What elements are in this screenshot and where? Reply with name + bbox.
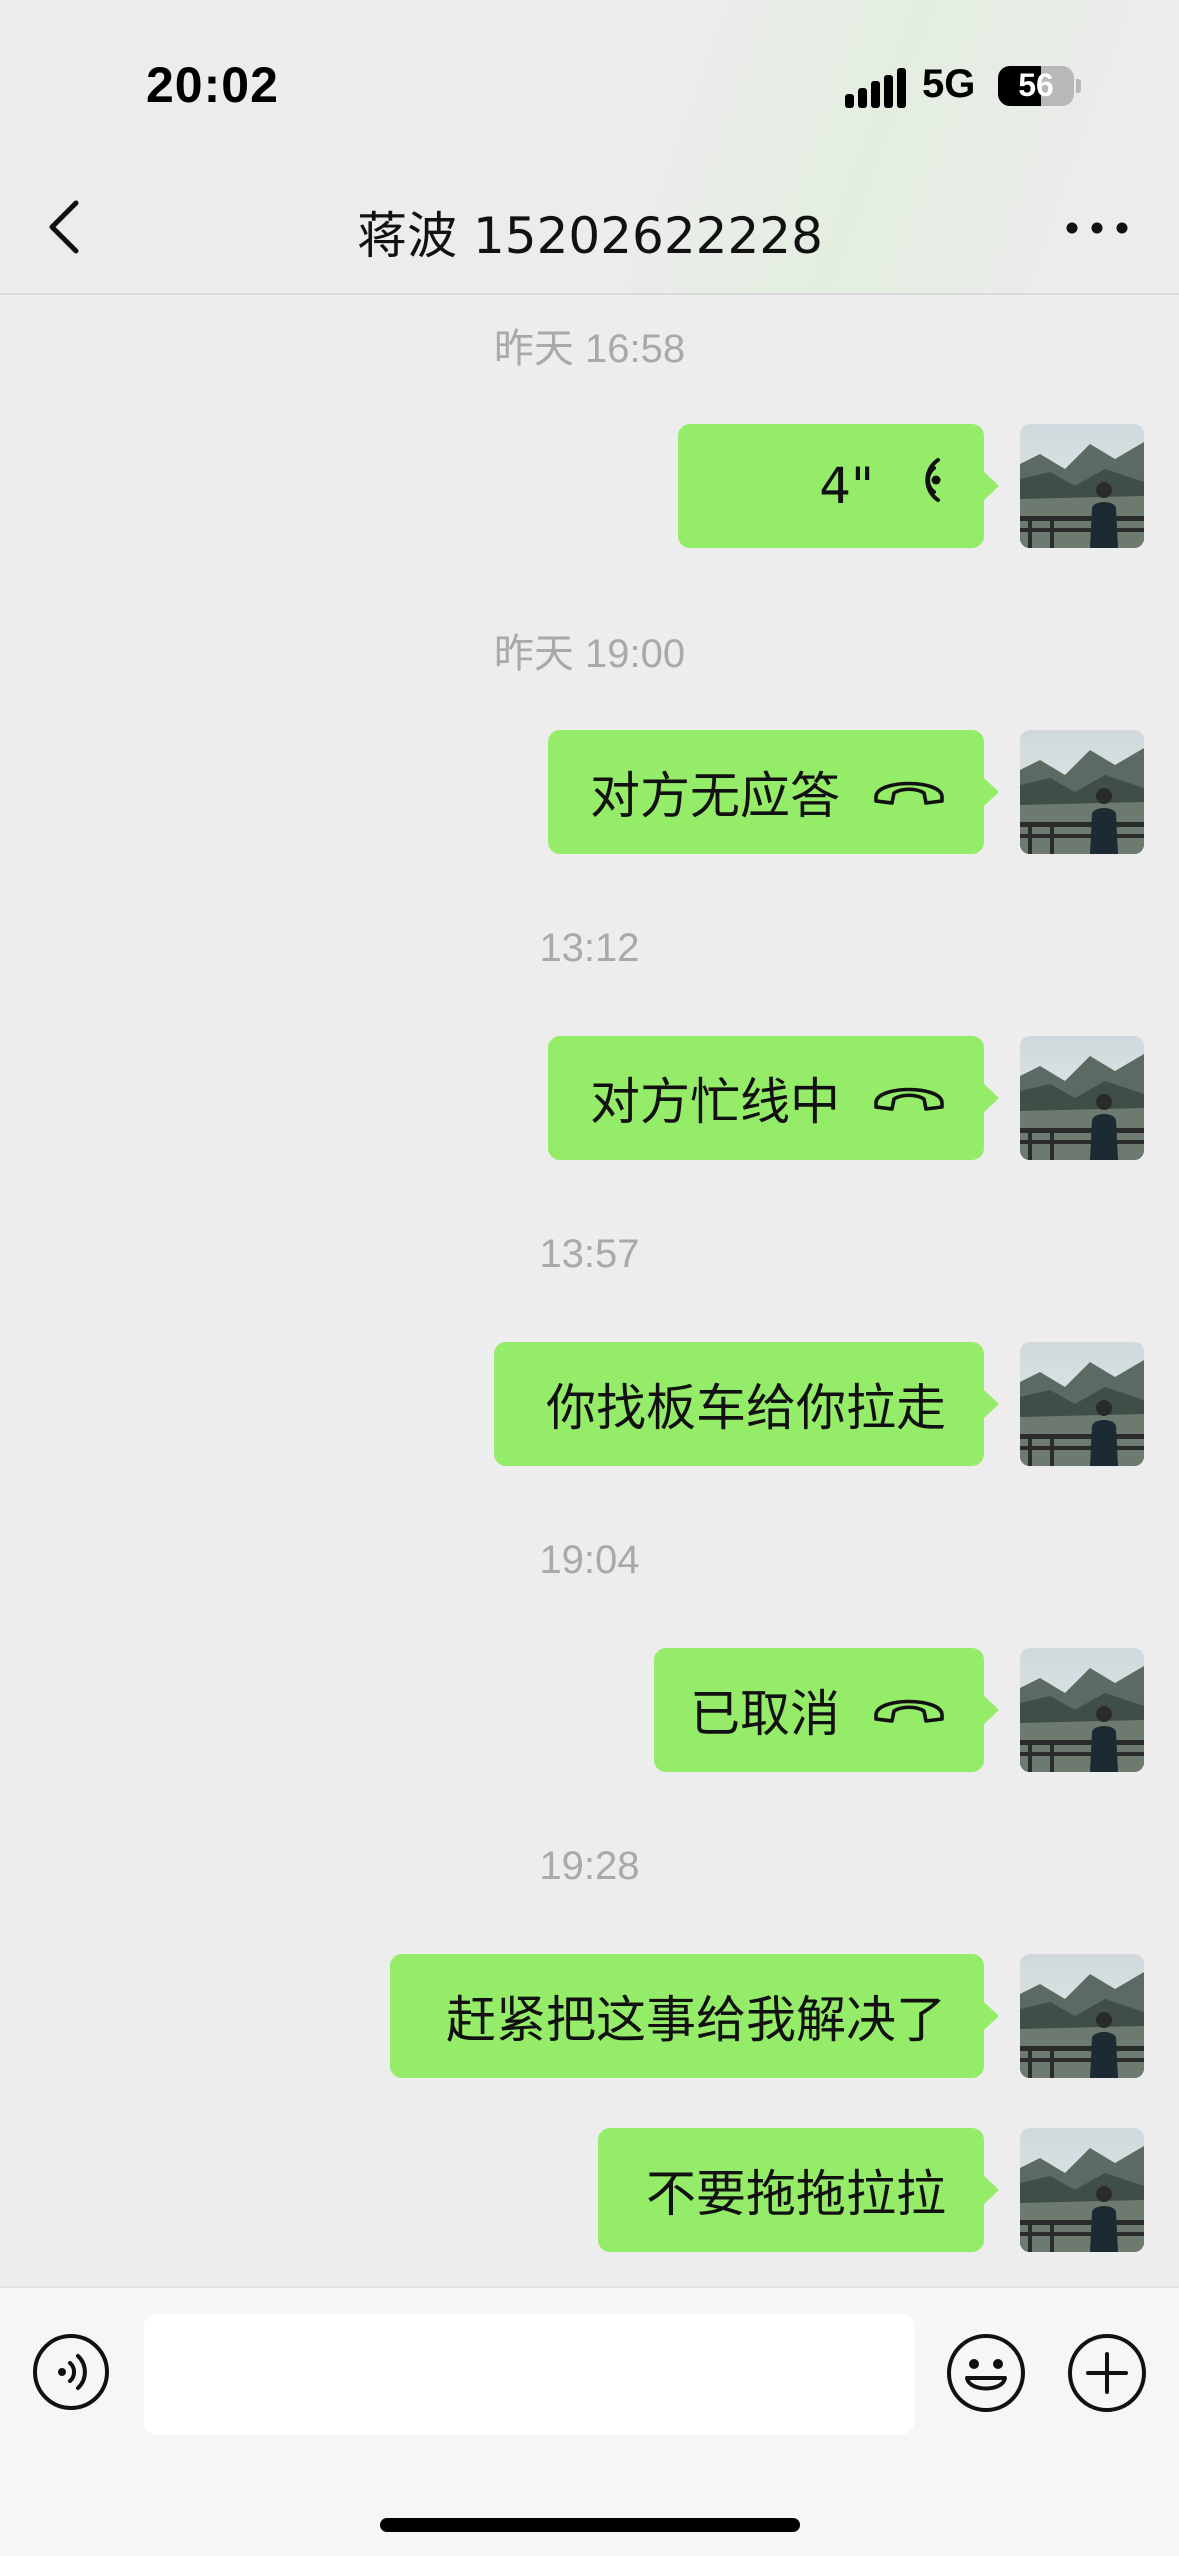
back-button[interactable] (40, 195, 90, 259)
profile-photo (1020, 424, 1144, 548)
message-text: 你找板车给你拉走 (546, 1379, 946, 1437)
voice-duration: 4" (819, 457, 874, 515)
battery-icon: 56 (998, 66, 1074, 106)
message-text: 不要拖拖拉拉 (646, 2165, 946, 2223)
chevron-left-icon (49, 200, 79, 254)
text-message-bubble[interactable]: 赶紧把这事给我解决了 (390, 1954, 999, 2078)
emoji-button[interactable] (945, 2332, 1027, 2414)
call-message-bubble[interactable]: 对方忙线中 (548, 1036, 999, 1160)
network-type: 5G (922, 62, 976, 106)
hangup-phone-icon (872, 1069, 946, 1127)
voice-mode-icon (33, 2334, 109, 2410)
top-bar: 20:02 5G 56 蒋波 15202622228 (0, 0, 1179, 295)
avatar[interactable] (1020, 2128, 1144, 2252)
profile-photo (1020, 730, 1144, 854)
message-timestamp: 昨天 16:58 (493, 327, 686, 371)
profile-photo (1020, 2128, 1144, 2252)
profile-photo (1020, 1954, 1144, 2078)
emoji-icon (947, 2334, 1025, 2412)
hangup-phone-icon (872, 763, 946, 821)
message-timestamp: 19:04 (539, 1538, 640, 1582)
avatar[interactable] (1020, 1036, 1144, 1160)
call-status-text: 对方无应答 (590, 767, 840, 825)
profile-photo (1020, 1342, 1144, 1466)
chat-title: 蒋波 15202622228 (357, 207, 823, 265)
battery-tip (1076, 79, 1081, 93)
voice-message-bubble[interactable]: 4" (678, 424, 999, 548)
call-message-bubble[interactable]: 对方无应答 (548, 730, 999, 854)
call-status-text: 已取消 (690, 1685, 840, 1743)
avatar[interactable] (1020, 1954, 1144, 2078)
chat-area[interactable]: 昨天 16:58 4" 昨天 19:00 对方无应答 13:12 对方忙线中 1… (0, 296, 1179, 2286)
message-timestamp: 19:28 (539, 1844, 640, 1888)
voice-mode-button[interactable] (31, 2332, 111, 2412)
message-timestamp: 13:12 (539, 926, 640, 970)
voice-wave-icon (906, 456, 946, 516)
status-time: 20:02 (146, 57, 279, 113)
profile-photo (1020, 1648, 1144, 1772)
input-bar (0, 2286, 1179, 2556)
call-status-text: 对方忙线中 (590, 1073, 840, 1131)
message-timestamp: 昨天 19:00 (493, 632, 686, 676)
avatar[interactable] (1020, 424, 1144, 548)
call-message-bubble[interactable]: 已取消 (654, 1648, 999, 1772)
avatar[interactable] (1020, 1342, 1144, 1466)
profile-photo (1020, 1036, 1144, 1160)
plus-button[interactable] (1066, 2332, 1148, 2414)
text-message-bubble[interactable]: 你找板车给你拉走 (494, 1342, 999, 1466)
message-timestamp: 13:57 (539, 1232, 640, 1276)
message-text: 赶紧把这事给我解决了 (446, 1991, 946, 2049)
hangup-phone-icon (872, 1681, 946, 1739)
avatar[interactable] (1020, 1648, 1144, 1772)
plus-icon (1068, 2334, 1146, 2412)
avatar[interactable] (1020, 730, 1144, 854)
text-message-bubble[interactable]: 不要拖拖拉拉 (598, 2128, 999, 2252)
more-options-button[interactable] (1062, 200, 1132, 256)
signal-strength-icon (845, 68, 906, 108)
message-input[interactable] (144, 2314, 914, 2434)
battery-level: 56 (1018, 67, 1054, 103)
ellipsis-icon (1066, 222, 1128, 234)
home-indicator[interactable] (380, 2518, 800, 2532)
